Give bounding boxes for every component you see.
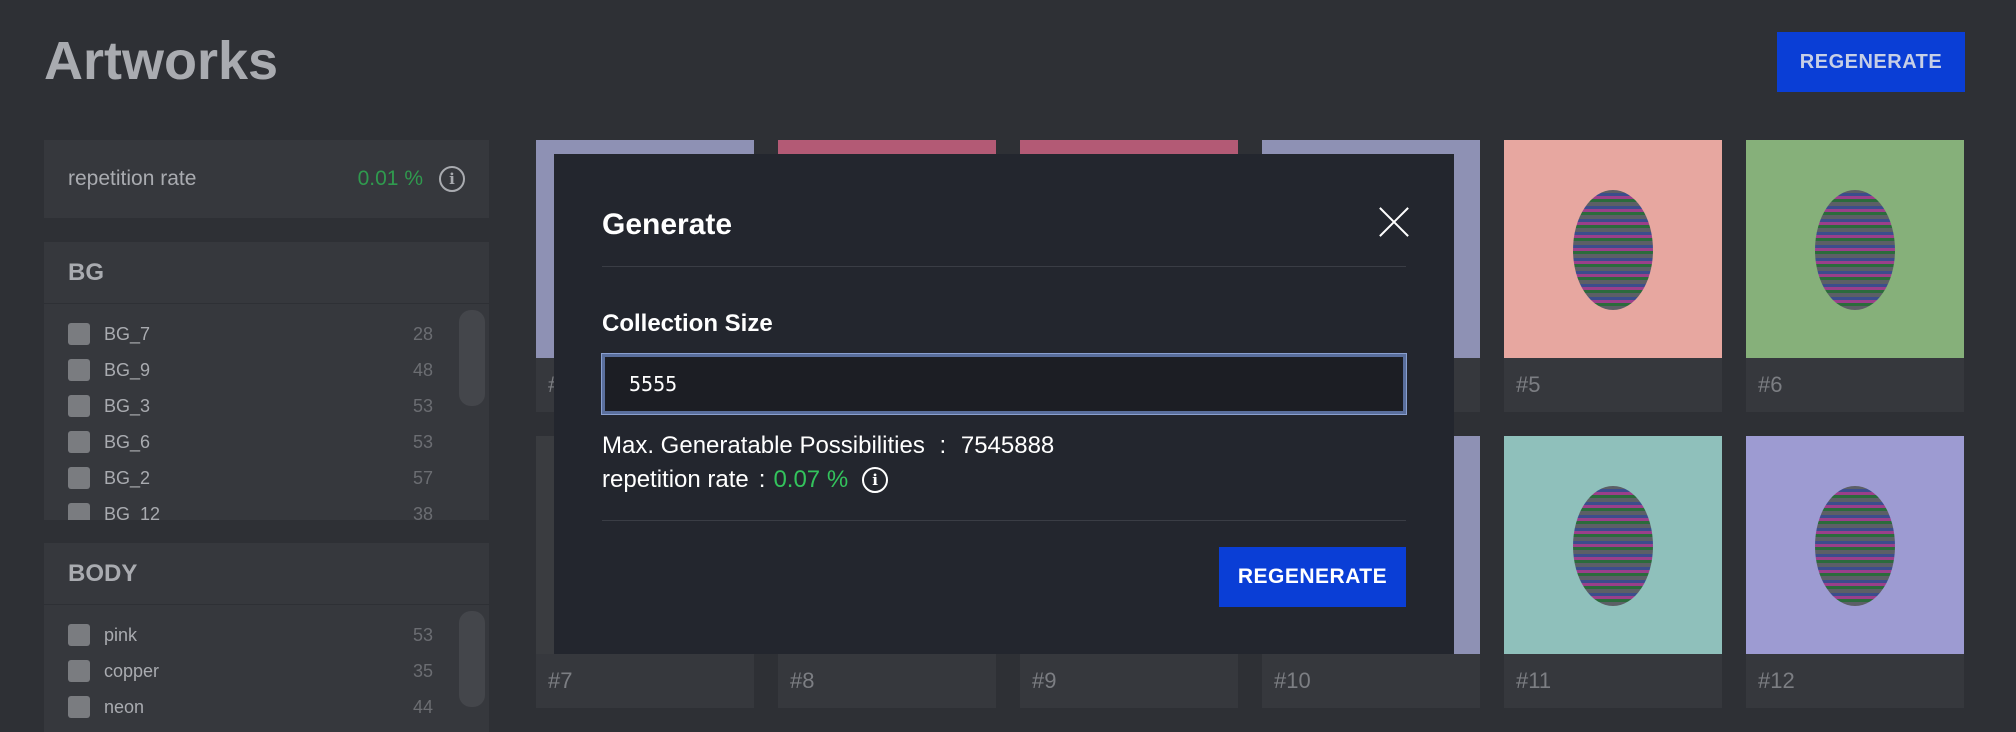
checkbox[interactable] (68, 467, 90, 489)
artwork-label: #6 (1758, 372, 1783, 397)
option-count: 53 (412, 431, 433, 452)
option-count: 53 (412, 624, 433, 645)
filter-option[interactable]: pink 53 (68, 617, 465, 653)
option-name: BG_9 (104, 359, 151, 380)
option-count: 48 (412, 359, 433, 380)
option-count: 35 (412, 660, 433, 681)
filter-body: BODY pink 53 copper 35 neon 44 (44, 543, 489, 732)
checkbox[interactable] (68, 323, 90, 345)
generate-modal: Generate Collection Size Max. Generatabl… (554, 154, 1454, 654)
artwork-image (1504, 436, 1722, 654)
info-icon[interactable]: i (439, 166, 465, 192)
filter-option[interactable]: BG_3 53 (68, 388, 465, 424)
option-count: 57 (412, 467, 433, 488)
checkbox[interactable] (68, 431, 90, 453)
max-possibilities-value: 7545888 (960, 432, 1055, 459)
filter-option[interactable]: copper 35 (68, 653, 465, 689)
artwork-label: #8 (790, 668, 815, 693)
separator: : (939, 432, 947, 459)
option-name: BG_3 (104, 395, 151, 416)
repetition-rate-label: repetition rate (68, 167, 197, 190)
scrollbar[interactable] (459, 611, 485, 707)
repetition-rate-value: 0.01 % (357, 167, 423, 190)
max-possibilities: Max. Generatable Possibilities : 7545888 (602, 432, 1054, 460)
scrollbar[interactable] (459, 310, 485, 406)
option-name: BG_2 (104, 467, 151, 488)
divider (602, 520, 1406, 521)
artwork-label: #5 (1516, 372, 1541, 397)
checkbox[interactable] (68, 696, 90, 718)
modal-repetition-rate: repetition rate : 0.07 % i (602, 466, 889, 494)
artwork-image (1746, 436, 1964, 654)
artwork-character (1815, 486, 1895, 606)
option-name: BG_6 (104, 431, 151, 452)
filter-bg: BG BG_7 28 BG_9 48 BG_3 53 BG_6 53 BG_2 57 BG… (44, 242, 489, 520)
option-count: 38 (412, 503, 433, 521)
artwork-label: #11 (1516, 668, 1552, 693)
separator: : (758, 466, 766, 493)
checkbox[interactable] (68, 395, 90, 417)
artwork-label: #9 (1032, 668, 1057, 693)
collection-size-input[interactable] (601, 353, 1407, 415)
artwork-character (1573, 486, 1653, 606)
checkbox[interactable] (68, 359, 90, 381)
max-possibilities-label: Max. Generatable Possibilities (602, 432, 925, 459)
artwork-character (1573, 190, 1653, 310)
divider (602, 266, 1406, 267)
option-count: 44 (412, 696, 433, 717)
artwork-card[interactable]: #6 (1746, 140, 1964, 412)
repetition-rate-label: repetition rate (602, 466, 749, 493)
artwork-card[interactable]: #5 (1504, 140, 1722, 412)
artwork-label: #7 (548, 668, 573, 693)
filter-option[interactable]: BG_2 57 (68, 460, 465, 496)
repetition-rate-value: 0.07 % (773, 466, 849, 493)
checkbox[interactable] (68, 503, 90, 520)
artwork-label: #12 (1758, 668, 1795, 693)
repetition-rate-card: repetition rate 0.01 % i (44, 140, 489, 218)
page-title: Artworks (44, 31, 279, 91)
artwork-card[interactable]: #12 (1746, 436, 1964, 708)
option-count: 28 (412, 323, 433, 344)
option-name: neon (104, 696, 145, 717)
filter-option[interactable]: neon 44 (68, 689, 465, 725)
info-icon[interactable]: i (862, 467, 889, 493)
option-name: BG_12 (104, 503, 161, 521)
filter-title: BG (44, 242, 489, 304)
close-icon[interactable] (1378, 206, 1410, 238)
collection-size-label: Collection Size (602, 310, 773, 337)
option-name: BG_7 (104, 323, 151, 344)
filter-title: BODY (44, 543, 489, 605)
modal-title: Generate (602, 208, 733, 241)
artwork-character (1815, 190, 1895, 310)
filter-option[interactable]: BG_9 48 (68, 352, 465, 388)
checkbox[interactable] (68, 624, 90, 646)
option-name: pink (104, 624, 138, 645)
artwork-card[interactable]: #11 (1504, 436, 1722, 708)
filter-option[interactable]: BG_7 28 (68, 316, 465, 352)
artwork-image (1746, 140, 1964, 358)
regenerate-button-top[interactable]: REGENERATE (1777, 32, 1965, 92)
filter-option[interactable]: BG_6 53 (68, 424, 465, 460)
artwork-label: #10 (1274, 668, 1311, 693)
option-name: copper (104, 660, 160, 681)
filter-option[interactable]: BG_12 38 (68, 496, 465, 520)
artwork-image (1504, 140, 1722, 358)
option-count: 53 (412, 395, 433, 416)
checkbox[interactable] (68, 660, 90, 682)
regenerate-button[interactable]: REGENERATE (1219, 547, 1406, 607)
